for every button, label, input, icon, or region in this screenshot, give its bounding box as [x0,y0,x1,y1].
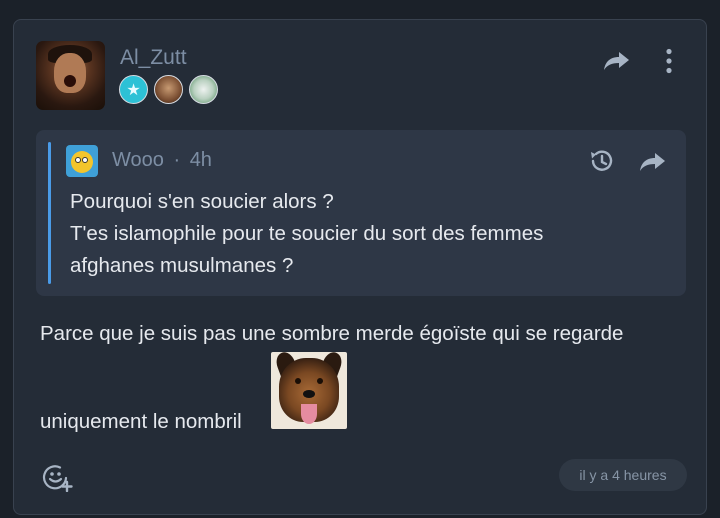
history-icon[interactable] [587,147,615,175]
quoted-line: T'es islamophile pour te soucier du sort… [70,222,544,245]
quote-bar [48,142,51,284]
quoted-author-avatar[interactable] [66,145,98,177]
quoted-time: 4h [189,149,212,171]
portrait-badge-icon[interactable] [154,75,183,104]
quoted-line: Pourquoi s'en soucier alors ? [70,190,334,213]
dog-eye [317,378,323,384]
dog-tongue [301,404,317,424]
dog-sticker-image[interactable] [271,352,347,429]
quoted-author-line: Wooo · 4h [112,149,212,172]
separator-dot: · [173,149,181,171]
star-badge-icon[interactable]: ★ [119,75,148,104]
post-card: Al_Zutt ★ Wooo · 4h Pourquoi s'en soucie… [13,19,707,515]
more-options-icon[interactable] [664,48,674,74]
add-reaction-icon[interactable] [42,462,74,492]
author-username[interactable]: Al_Zutt [120,46,187,70]
dog-nose [303,390,315,398]
quoted-message[interactable]: Wooo · 4h Pourquoi s'en soucier alors ? … [36,130,686,296]
message-text-line: Parce que je suis pas une sombre merde é… [40,322,624,345]
avatar-eye [82,157,88,163]
author-avatar[interactable] [36,41,105,110]
message-text-line: uniquement le nombril [40,410,242,433]
avatar-face [54,53,86,93]
timestamp-badge: il y a 4 heures [559,459,687,491]
share-icon[interactable] [638,151,666,173]
dog-eye [295,378,301,384]
dog-badge-icon[interactable] [189,75,218,104]
quoted-author-name[interactable]: Wooo [112,149,164,171]
quoted-text: Pourquoi s'en soucier alors ? T'es islam… [70,186,543,282]
avatar-mouth [64,75,76,87]
avatar-eye [75,157,81,163]
quoted-line: afghanes musulmanes ? [70,254,294,277]
author-badges: ★ [119,75,218,104]
share-icon[interactable] [602,50,630,72]
